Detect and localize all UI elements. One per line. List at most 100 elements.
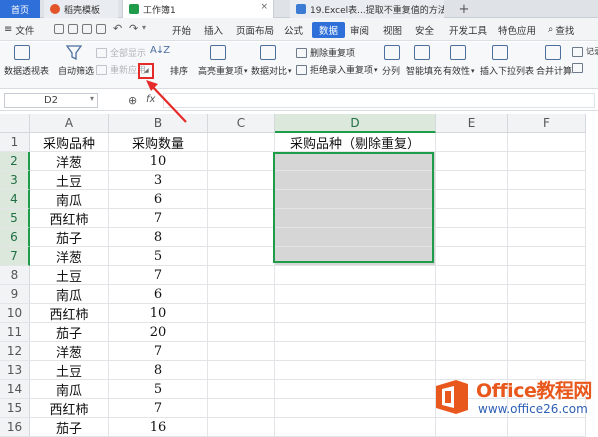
cell-c6[interactable]	[208, 228, 275, 247]
cell-a10[interactable]: 西红柿	[30, 304, 109, 323]
cell-d12[interactable]	[275, 342, 436, 361]
menu-security[interactable]: 安全	[415, 18, 434, 41]
cell-c4[interactable]	[208, 190, 275, 209]
cell-f8[interactable]	[508, 266, 586, 285]
cell-c1[interactable]	[208, 133, 275, 152]
row-header[interactable]: 4	[0, 190, 30, 209]
cell-d6[interactable]	[275, 228, 436, 247]
cell-b2[interactable]: 10	[109, 152, 208, 171]
tab-web-article[interactable]: 19.Excel表...提取不重复值的方法	[290, 0, 444, 18]
save-icon[interactable]	[54, 24, 64, 34]
cell-e12[interactable]	[436, 342, 508, 361]
row-header[interactable]: 14	[0, 380, 30, 399]
cell-a4[interactable]: 南瓜	[30, 190, 109, 209]
cell-b4[interactable]: 6	[109, 190, 208, 209]
cell-e10[interactable]	[436, 304, 508, 323]
autofilter-button[interactable]: 自动筛选	[58, 64, 94, 77]
cell-e9[interactable]	[436, 285, 508, 304]
insert-dropdown-list-button[interactable]: 插入下拉列表	[480, 64, 534, 77]
row-header[interactable]: 11	[0, 323, 30, 342]
close-icon[interactable]: ×	[260, 2, 268, 12]
cell-a7[interactable]: 洋葱	[30, 247, 109, 266]
validity-button[interactable]: 有效性 ▾	[443, 64, 475, 78]
new-tab-button[interactable]: +	[454, 0, 474, 18]
menu-review[interactable]: 审阅	[350, 18, 369, 41]
cell-a12[interactable]: 洋葱	[30, 342, 109, 361]
reject-duplicates-button[interactable]: 拒绝录入重复项 ▾	[296, 63, 378, 76]
cell-c16[interactable]	[208, 418, 275, 437]
menu-page-layout[interactable]: 页面布局	[236, 18, 274, 41]
column-header-a[interactable]: A	[30, 114, 109, 133]
cell-e4[interactable]	[436, 190, 508, 209]
cell-d4[interactable]	[275, 190, 436, 209]
cell-c11[interactable]	[208, 323, 275, 342]
chevron-down-icon[interactable]: ▾	[142, 23, 146, 32]
cell-e2[interactable]	[436, 152, 508, 171]
cell-b9[interactable]: 6	[109, 285, 208, 304]
cell-d5[interactable]	[275, 209, 436, 228]
cell-a8[interactable]: 土豆	[30, 266, 109, 285]
cell-c13[interactable]	[208, 361, 275, 380]
cell-f1[interactable]	[508, 133, 586, 152]
data-compare-button[interactable]: 数据对比 ▾	[251, 64, 292, 78]
cell-c10[interactable]	[208, 304, 275, 323]
cell-b6[interactable]: 8	[109, 228, 208, 247]
cell-e6[interactable]	[436, 228, 508, 247]
menu-data[interactable]: 数据	[312, 22, 346, 38]
sort-button[interactable]: 排序	[170, 64, 188, 77]
cell-b13[interactable]: 8	[109, 361, 208, 380]
fx-icon[interactable]: fx	[146, 94, 155, 105]
cell-f10[interactable]	[508, 304, 586, 323]
menu-view[interactable]: 视图	[383, 18, 402, 41]
cell-b8[interactable]: 7	[109, 266, 208, 285]
cell-c2[interactable]	[208, 152, 275, 171]
split-columns-button[interactable]: 分列	[382, 64, 400, 77]
print-icon[interactable]	[68, 24, 78, 34]
menu-search[interactable]: ⌕ 查找	[548, 18, 574, 41]
cell-b12[interactable]: 7	[109, 342, 208, 361]
cell-b5[interactable]: 7	[109, 209, 208, 228]
pivot-table-button[interactable]: 数据透视表	[4, 64, 49, 77]
cell-a9[interactable]: 南瓜	[30, 285, 109, 304]
print-preview-icon[interactable]	[82, 24, 92, 34]
cell-d8[interactable]	[275, 266, 436, 285]
chevron-down-icon[interactable]: ▾	[90, 94, 94, 103]
cell-b14[interactable]: 5	[109, 380, 208, 399]
menu-home[interactable]: 开始	[172, 18, 191, 41]
cell-b10[interactable]: 10	[109, 304, 208, 323]
consolidate-button[interactable]: 合并计算	[536, 64, 572, 77]
cell-a5[interactable]: 西红柿	[30, 209, 109, 228]
column-header-e[interactable]: E	[436, 114, 508, 133]
cell-d15[interactable]	[275, 399, 436, 418]
row-header[interactable]: 16	[0, 418, 30, 437]
cell-d2[interactable]	[275, 152, 436, 171]
cell-d13[interactable]	[275, 361, 436, 380]
cell-c9[interactable]	[208, 285, 275, 304]
cell-d11[interactable]	[275, 323, 436, 342]
row-header[interactable]: 6	[0, 228, 30, 247]
cell-b7[interactable]: 5	[109, 247, 208, 266]
menu-formulas[interactable]: 公式	[284, 18, 303, 41]
cell-d16[interactable]	[275, 418, 436, 437]
record-button[interactable]	[572, 63, 586, 73]
cell-f6[interactable]	[508, 228, 586, 247]
name-box[interactable]: D2	[4, 93, 98, 108]
cell-f9[interactable]	[508, 285, 586, 304]
column-header-b[interactable]: B	[109, 114, 208, 133]
cell-c3[interactable]	[208, 171, 275, 190]
menu-developer[interactable]: 开发工具	[449, 18, 487, 41]
row-header[interactable]: 3	[0, 171, 30, 190]
cell-f7[interactable]	[508, 247, 586, 266]
cell-e3[interactable]	[436, 171, 508, 190]
menu-file[interactable]: ≡ 文件	[4, 18, 34, 41]
tab-daoke-templates[interactable]: 稻壳模板	[44, 0, 118, 18]
cell-f5[interactable]	[508, 209, 586, 228]
cell-d3[interactable]	[275, 171, 436, 190]
row-header[interactable]: 7	[0, 247, 30, 266]
flash-fill-button[interactable]: 智能填充	[406, 64, 442, 77]
cell-c12[interactable]	[208, 342, 275, 361]
cell-e7[interactable]	[436, 247, 508, 266]
formula-input[interactable]	[163, 93, 595, 108]
undo-icon[interactable]: ↶	[113, 22, 122, 35]
column-header-c[interactable]: C	[208, 114, 275, 133]
